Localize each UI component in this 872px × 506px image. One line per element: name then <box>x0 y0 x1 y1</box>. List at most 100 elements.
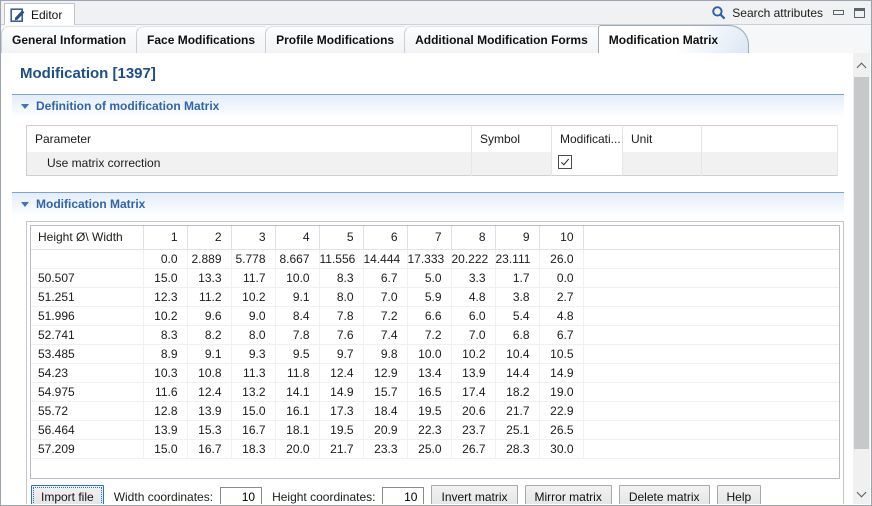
matrix-cell[interactable]: 20.0 <box>275 439 320 459</box>
matrix-cell[interactable]: 10.2 <box>451 344 496 364</box>
matrix-height-label[interactable]: 55.72 <box>31 401 144 421</box>
width-coordinates-input[interactable] <box>220 486 263 504</box>
matrix-cell[interactable]: 9.5 <box>275 344 320 364</box>
matrix-cell[interactable]: 1.7 <box>495 268 540 288</box>
matrix-cell[interactable]: 14.9 <box>319 382 364 402</box>
matrix-width-coordinate[interactable]: 2.889 <box>187 249 232 269</box>
scrollbar-thumb[interactable] <box>854 77 869 449</box>
matrix-cell[interactable]: 8.4 <box>275 306 320 326</box>
matrix-cell[interactable]: 13.4 <box>407 363 452 383</box>
matrix-cell[interactable]: 6.7 <box>363 268 408 288</box>
matrix-cell[interactable]: 25.1 <box>495 420 540 440</box>
editor-tab[interactable]: Editor <box>4 3 76 25</box>
matrix-height-label[interactable]: 57.209 <box>31 439 144 459</box>
matrix-height-label[interactable]: 51.251 <box>31 287 144 307</box>
matrix-cell[interactable]: 18.2 <box>495 382 540 402</box>
matrix-cell[interactable]: 11.8 <box>275 363 320 383</box>
matrix-cell[interactable]: 22.9 <box>539 401 584 421</box>
matrix-height-label[interactable]: 53.485 <box>31 344 144 364</box>
matrix-cell[interactable]: 25.0 <box>407 439 452 459</box>
matrix-cell[interactable]: 12.4 <box>187 382 232 402</box>
matrix-cell[interactable]: 16.7 <box>187 439 232 459</box>
matrix-cell[interactable]: 13.9 <box>187 401 232 421</box>
matrix-cell[interactable]: 11.6 <box>143 382 188 402</box>
matrix-width-coordinate[interactable]: 11.556 <box>319 249 364 269</box>
matrix-cell[interactable]: 10.2 <box>231 287 276 307</box>
matrix-height-label[interactable]: 54.975 <box>31 382 144 402</box>
import-file-button[interactable]: Import file <box>31 485 104 504</box>
matrix-cell[interactable]: 21.7 <box>495 401 540 421</box>
matrix-cell[interactable]: 22.3 <box>407 420 452 440</box>
matrix-cell[interactable]: 5.4 <box>495 306 540 326</box>
matrix-cell[interactable]: 2.7 <box>539 287 584 307</box>
matrix-cell[interactable]: 11.3 <box>231 363 276 383</box>
matrix-cell[interactable]: 3.8 <box>495 287 540 307</box>
matrix-cell[interactable]: 14.4 <box>495 363 540 383</box>
matrix-cell[interactable]: 9.1 <box>275 287 320 307</box>
matrix-cell[interactable]: 9.8 <box>363 344 408 364</box>
matrix-cell[interactable]: 7.6 <box>319 325 364 345</box>
matrix-cell[interactable]: 12.3 <box>143 287 188 307</box>
help-button[interactable]: Help <box>716 485 762 504</box>
matrix-cell[interactable]: 16.5 <box>407 382 452 402</box>
matrix-cell[interactable]: 17.3 <box>319 401 364 421</box>
matrix-cell[interactable]: 4.8 <box>451 287 496 307</box>
matrix-cell[interactable]: 9.3 <box>231 344 276 364</box>
matrix-cell[interactable]: 12.4 <box>319 363 364 383</box>
matrix-cell[interactable]: 26.7 <box>451 439 496 459</box>
matrix-cell[interactable]: 13.2 <box>231 382 276 402</box>
matrix-height-label[interactable]: 52.741 <box>31 325 144 345</box>
matrix-cell[interactable]: 15.3 <box>187 420 232 440</box>
matrix-cell[interactable]: 11.7 <box>231 268 276 288</box>
maximize-icon[interactable] <box>854 8 865 18</box>
mirror-matrix-button[interactable]: Mirror matrix <box>524 485 612 504</box>
matrix-cell[interactable]: 6.6 <box>407 306 452 326</box>
matrix-cell[interactable]: 16.7 <box>231 420 276 440</box>
matrix-width-coordinate[interactable]: 17.333 <box>407 249 452 269</box>
invert-matrix-button[interactable]: Invert matrix <box>431 485 518 504</box>
matrix-cell[interactable]: 26.5 <box>539 420 584 440</box>
matrix-cell[interactable]: 13.9 <box>451 363 496 383</box>
matrix-cell[interactable]: 18.3 <box>231 439 276 459</box>
height-coordinates-input[interactable] <box>382 486 425 504</box>
section-matrix-header[interactable]: Modification Matrix <box>12 192 844 215</box>
use-matrix-correction-checkbox[interactable] <box>558 154 572 169</box>
matrix-cell[interactable]: 8.3 <box>319 268 364 288</box>
matrix-cell[interactable]: 6.8 <box>495 325 540 345</box>
matrix-cell[interactable]: 6.0 <box>451 306 496 326</box>
matrix-cell[interactable]: 23.3 <box>363 439 408 459</box>
matrix-cell[interactable]: 13.3 <box>187 268 232 288</box>
matrix-cell[interactable]: 23.7 <box>451 420 496 440</box>
matrix-cell[interactable]: 12.9 <box>363 363 408 383</box>
matrix-cell[interactable]: 20.6 <box>451 401 496 421</box>
tab-face-modifications[interactable]: Face Modifications <box>136 26 266 53</box>
matrix-cell[interactable]: 10.8 <box>187 363 232 383</box>
matrix-cell[interactable]: 7.4 <box>363 325 408 345</box>
matrix-cell[interactable]: 8.0 <box>231 325 276 345</box>
matrix-cell[interactable]: 12.8 <box>143 401 188 421</box>
matrix-width-coordinate[interactable]: 8.667 <box>275 249 320 269</box>
matrix-cell[interactable]: 15.0 <box>143 439 188 459</box>
matrix-width-coordinate[interactable]: 14.444 <box>363 249 408 269</box>
matrix-height-label[interactable]: 51.996 <box>31 306 144 326</box>
matrix-cell[interactable]: 9.6 <box>187 306 232 326</box>
matrix-cell[interactable]: 8.9 <box>143 344 188 364</box>
matrix-cell[interactable]: 21.7 <box>319 439 364 459</box>
matrix-width-coordinate[interactable]: 0.0 <box>143 249 188 269</box>
minimize-icon[interactable] <box>833 9 844 15</box>
matrix-cell[interactable]: 0.0 <box>539 268 584 288</box>
matrix-cell[interactable]: 28.3 <box>495 439 540 459</box>
matrix-cell[interactable]: 13.9 <box>143 420 188 440</box>
matrix-cell[interactable]: 6.7 <box>539 325 584 345</box>
section-definition-header[interactable]: Definition of modification Matrix <box>12 94 844 117</box>
matrix-cell[interactable]: 7.0 <box>363 287 408 307</box>
matrix-cell[interactable]: 19.5 <box>407 401 452 421</box>
matrix-cell[interactable]: 8.2 <box>187 325 232 345</box>
matrix-cell[interactable]: 14.1 <box>275 382 320 402</box>
matrix-cell[interactable]: 14.9 <box>539 363 584 383</box>
tab-general-information[interactable]: General Information <box>1 26 137 53</box>
delete-matrix-button[interactable]: Delete matrix <box>618 485 710 504</box>
matrix-cell[interactable]: 5.0 <box>407 268 452 288</box>
matrix-cell[interactable]: 15.0 <box>231 401 276 421</box>
matrix-cell[interactable]: 17.4 <box>451 382 496 402</box>
